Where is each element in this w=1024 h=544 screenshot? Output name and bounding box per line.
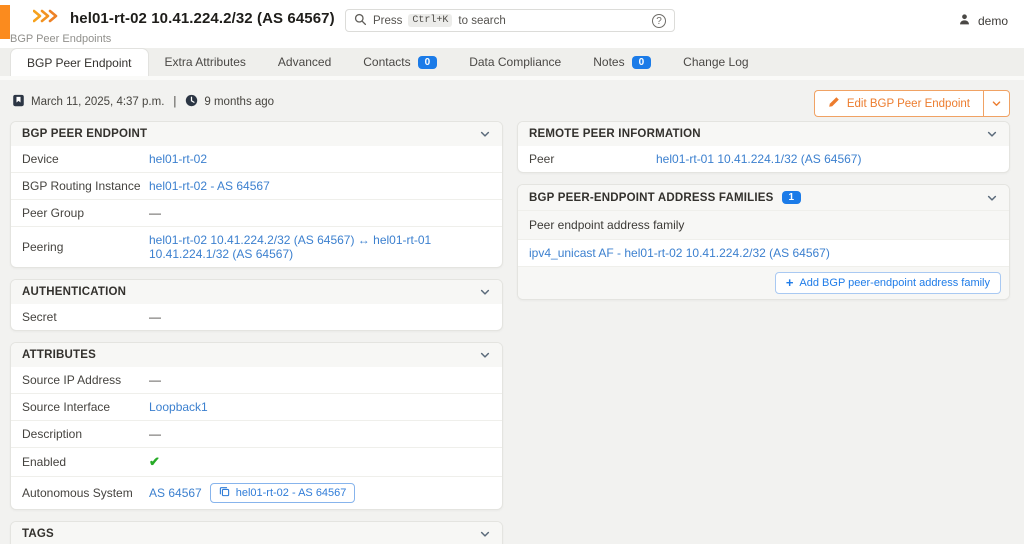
address-family-column-header: Peer endpoint address family	[518, 210, 1009, 239]
field-row-bgp-routing-instance: BGP Routing Instance hel01-rt-02 - AS 64…	[11, 172, 502, 199]
left-column: BGP PEER ENDPOINT Device hel01-rt-02 BGP…	[10, 121, 503, 544]
address-families-footer: + Add BGP peer-endpoint address family	[518, 266, 1009, 299]
breadcrumb-chevrons-icon	[32, 9, 59, 28]
right-column: REMOTE PEER INFORMATION Peer hel01-rt-01…	[517, 121, 1010, 300]
tab-notes[interactable]: Notes 0	[577, 48, 667, 76]
edit-button-group: Edit BGP Peer Endpoint	[813, 90, 1010, 117]
field-row-device: Device hel01-rt-02	[22, 152, 208, 166]
device-link[interactable]: hel01-rt-02	[149, 152, 207, 166]
tab-contacts[interactable]: Contacts 0	[347, 48, 453, 76]
version-bookmark-icon	[12, 94, 25, 110]
remote-peer-link[interactable]: hel01-rt-01 10.41.224.1/32 (AS 64567)	[656, 152, 861, 166]
search-placeholder-suffix: to search	[458, 14, 506, 27]
chevron-down-icon[interactable]	[479, 286, 491, 298]
panel-remote-peer-information: REMOTE PEER INFORMATION Peer hel01-rt-01…	[517, 121, 1010, 173]
field-row-description: Description —	[11, 420, 502, 447]
tab-change-log[interactable]: Change Log	[667, 48, 764, 76]
panel-attributes: ATTRIBUTES Source IP Address — Source In…	[10, 342, 503, 510]
edit-bgp-peer-endpoint-button[interactable]: Edit BGP Peer Endpoint	[813, 90, 983, 117]
panel-tags: TAGS No tags assigned	[10, 521, 503, 544]
panel-authentication-header: AUTHENTICATION	[11, 280, 502, 304]
copy-icon	[219, 486, 230, 500]
chevron-down-icon[interactable]	[479, 128, 491, 140]
tab-bar: BGP Peer Endpoint Extra Attributes Advan…	[0, 48, 1024, 76]
field-row-secret: Secret —	[22, 310, 161, 324]
tab-bgp-peer-endpoint[interactable]: BGP Peer Endpoint	[10, 48, 149, 76]
tab-data-compliance[interactable]: Data Compliance	[453, 48, 577, 76]
page-title: hel01-rt-02 10.41.224.2/32 (AS 64567)	[70, 10, 335, 27]
username: demo	[977, 14, 1008, 28]
add-address-family-button[interactable]: + Add BGP peer-endpoint address family	[774, 272, 1001, 294]
panel-address-families-header: BGP PEER-ENDPOINT ADDRESS FAMILIES 1	[518, 185, 1009, 210]
app-header: hel01-rt-02 10.41.224.2/32 (AS 64567) BG…	[0, 0, 1024, 48]
chevron-down-icon[interactable]	[986, 192, 998, 204]
notes-count-badge: 0	[631, 55, 652, 69]
source-interface-link[interactable]: Loopback1	[149, 400, 208, 414]
field-row-peering: Peering hel01-rt-02 10.41.224.2/32 (AS 6…	[11, 226, 502, 267]
panel-attributes-header: ATTRIBUTES	[11, 343, 502, 367]
clock-icon	[185, 94, 198, 110]
empty-value: —	[149, 427, 161, 441]
nautobot-logo[interactable]	[0, 5, 10, 39]
search-shortcut-kbd: Ctrl+K	[408, 14, 453, 27]
meta-separator: |	[173, 96, 177, 108]
search-help-icon[interactable]: ?	[652, 13, 666, 28]
bgp-routing-instance-link[interactable]: hel01-rt-02 - AS 64567	[149, 179, 270, 193]
chevron-down-icon[interactable]	[986, 128, 998, 140]
field-row-source-interface: Source Interface Loopback1	[11, 393, 502, 420]
contacts-count-badge: 0	[417, 55, 438, 69]
search-placeholder-prefix: Press	[373, 14, 403, 27]
enabled-check-icon: ✔	[149, 454, 160, 469]
panel-bgp-peer-endpoint: BGP PEER ENDPOINT Device hel01-rt-02 BGP…	[10, 121, 503, 268]
breadcrumb[interactable]: BGP Peer Endpoints	[10, 33, 111, 45]
user-menu[interactable]: demo	[958, 13, 1008, 29]
pencil-icon	[828, 96, 840, 111]
chevron-down-icon[interactable]	[479, 349, 491, 361]
routing-instance-badge[interactable]: hel01-rt-02 - AS 64567	[209, 483, 356, 503]
peering-link[interactable]: hel01-rt-02 10.41.224.2/32 (AS 64567) ↔ …	[149, 233, 491, 261]
field-row-enabled: Enabled ✔	[11, 447, 502, 476]
address-family-row: ipv4_unicast AF - hel01-rt-02 10.41.224.…	[518, 239, 1009, 266]
empty-value: —	[149, 310, 161, 324]
search-input[interactable]: Press Ctrl+K to search ?	[345, 9, 675, 32]
field-row-peer: Peer hel01-rt-01 10.41.224.1/32 (AS 6456…	[529, 152, 862, 166]
empty-value: —	[149, 206, 161, 220]
panel-authentication: AUTHENTICATION Secret —	[10, 279, 503, 331]
empty-value: —	[149, 373, 161, 387]
plus-icon: +	[785, 275, 794, 290]
tab-extra-attributes[interactable]: Extra Attributes	[149, 48, 262, 76]
autonomous-system-link[interactable]: AS 64567	[149, 486, 202, 500]
panel-address-families: BGP PEER-ENDPOINT ADDRESS FAMILIES 1 Pee…	[517, 184, 1010, 300]
created-date: March 11, 2025, 4:37 p.m.	[31, 96, 165, 108]
tab-advanced[interactable]: Advanced	[262, 48, 347, 76]
field-row-peer-group: Peer Group —	[11, 199, 502, 226]
address-family-link[interactable]: ipv4_unicast AF - hel01-rt-02 10.41.224.…	[529, 246, 830, 260]
address-families-count-badge: 1	[781, 191, 802, 204]
user-icon	[958, 13, 971, 29]
panel-bgp-peer-endpoint-header: BGP PEER ENDPOINT	[11, 122, 502, 146]
main-content: March 11, 2025, 4:37 p.m. | 9 months ago…	[0, 80, 1024, 544]
edit-dropdown-toggle[interactable]	[983, 90, 1010, 117]
field-row-source-ip: Source IP Address —	[22, 373, 161, 387]
field-row-autonomous-system: Autonomous System AS 64567 hel01-rt-02 -…	[11, 476, 502, 509]
panel-tags-header: TAGS	[11, 522, 502, 544]
panel-remote-peer-header: REMOTE PEER INFORMATION	[518, 122, 1009, 146]
search-icon	[354, 13, 367, 29]
relative-age: 9 months ago	[204, 96, 275, 108]
chevron-down-icon[interactable]	[479, 528, 491, 540]
